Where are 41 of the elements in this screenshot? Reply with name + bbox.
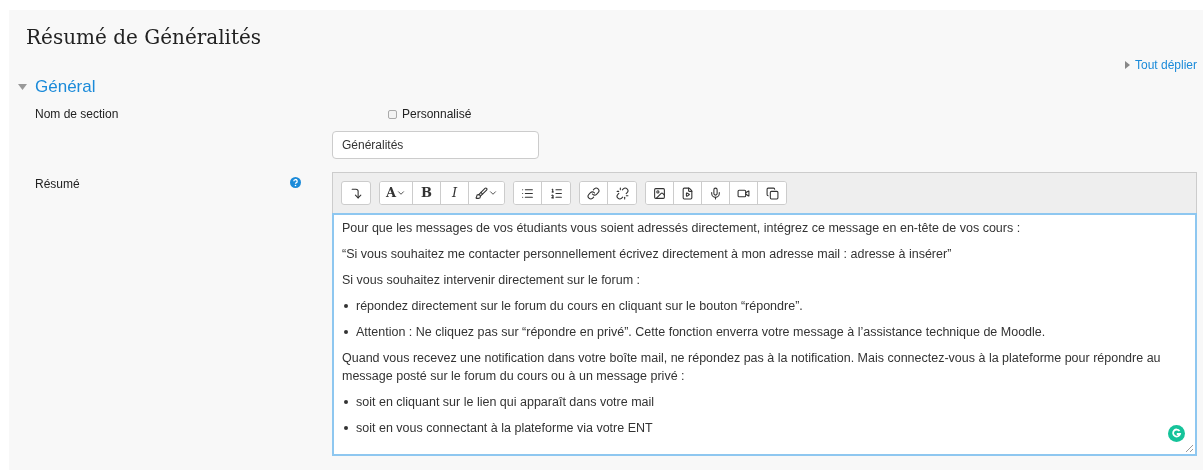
link-icon	[587, 186, 601, 200]
resize-handle-icon[interactable]	[1185, 444, 1193, 452]
copy-icon	[765, 186, 779, 200]
checkbox-label: Personnalisé	[402, 106, 472, 123]
paragraph: “Si vous souhaitez me contacter personnellement écrivez directement à mon adresse mail : adresse à insérer”	[342, 246, 953, 263]
page-title: Résumé de Généralités	[26, 24, 263, 50]
numbered-list-icon	[549, 186, 563, 200]
link-button[interactable]	[580, 182, 609, 204]
unlink-icon	[615, 186, 629, 200]
list-item: Attention : Ne cliquez pas sur “répondre en privé”. Cette fonction enverra votre message à l’assistance technique de Moodle.	[356, 324, 1046, 341]
font-button[interactable]: A	[380, 182, 414, 204]
bullet-icon	[344, 400, 348, 404]
image-icon	[653, 186, 667, 200]
microphone-icon	[709, 186, 723, 200]
list-item: soit en vous connectant à la plateforme via votre ENT	[356, 420, 653, 437]
editor-area[interactable]	[332, 213, 1197, 456]
checkbox[interactable]	[388, 109, 397, 119]
field-label: Nom de section	[35, 106, 120, 123]
caret-icon	[1124, 61, 1130, 69]
caret-icon	[396, 188, 407, 198]
arrow-down-icon	[349, 186, 363, 200]
bullet-list-icon	[521, 186, 535, 200]
caret-icon	[488, 188, 499, 198]
bullet-icon	[344, 304, 348, 308]
list-item: soit en cliquant sur le lien qui apparaît dans votre mail	[356, 394, 655, 411]
bullet-icon	[344, 330, 348, 334]
paragraph: Quand vous recevez une notification dans votre boîte mail, ne répondez pas à la notification. Mais connectez-vous à la plateforme pour répondre au message posté sur le forum du cours ou à un message privé :	[342, 350, 1162, 385]
paragraph: Si vous souhaitez intervenir directement sur le forum :	[342, 272, 642, 289]
input-field[interactable]: Généralités	[332, 131, 539, 159]
brush-icon	[475, 186, 489, 200]
help-icon[interactable]	[290, 177, 301, 188]
field-label: Résumé	[35, 176, 81, 193]
paragraph: Pour que les messages de vos étudiants vous soient adressés directement, intégrez ce message en en-tête de vos cours :	[342, 220, 1022, 237]
toolbar-toggle-button[interactable]	[341, 181, 371, 205]
caret-icon[interactable]	[18, 84, 27, 90]
media-file-icon	[681, 186, 695, 200]
list-item: répondez directement sur le forum du cours en cliquant sur le bouton “répondre”.	[356, 298, 803, 315]
expand-all-link[interactable]: Tout déplier	[1134, 56, 1197, 74]
bullet-icon	[344, 426, 348, 430]
bullet-list-button[interactable]	[514, 182, 543, 204]
image-button[interactable]	[646, 182, 675, 204]
